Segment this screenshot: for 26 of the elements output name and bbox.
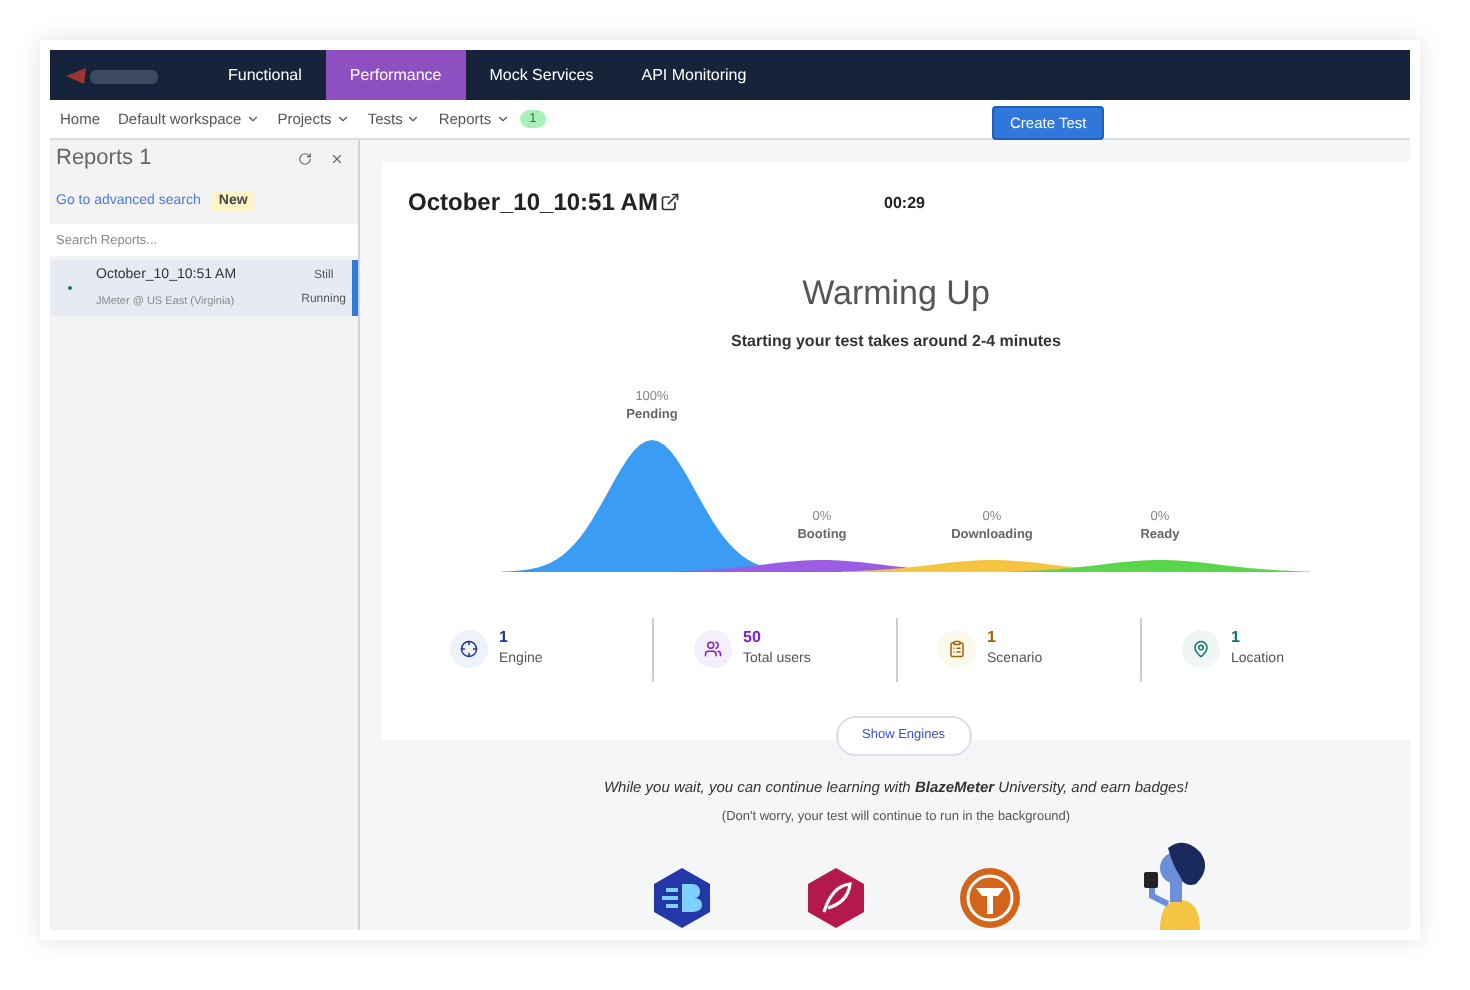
- badge-icon: [650, 866, 714, 930]
- external-link-icon[interactable]: [659, 192, 680, 212]
- status-heading: Warming Up: [800, 272, 992, 316]
- timer: 00:29: [884, 192, 925, 216]
- stat-icon: [449, 630, 487, 668]
- nav-tab[interactable]: Functional: [204, 50, 326, 100]
- nav-tab[interactable]: Performance: [325, 50, 466, 100]
- logo-icon: [66, 63, 162, 87]
- close-icon[interactable]: [330, 151, 344, 166]
- chevron-down-icon: [495, 112, 510, 126]
- stat-icon: [937, 630, 975, 668]
- stat-icon: [1181, 630, 1219, 668]
- nav-tab[interactable]: API Monitoring: [617, 50, 771, 100]
- sidebar-title: Reports 1: [56, 144, 152, 174]
- stat-value: 50: [743, 626, 763, 651]
- stat-value: 1: [499, 626, 510, 651]
- stat-icon: [693, 630, 731, 668]
- chevron-down-icon: [406, 112, 421, 126]
- test-title: October_10_10:51 AM: [408, 186, 658, 220]
- chevron-down-icon: [335, 112, 350, 126]
- status-subheading: Starting your test takes around 2-4 minutes: [729, 329, 1063, 353]
- stat-value: 1: [1231, 626, 1242, 651]
- refresh-icon[interactable]: [298, 151, 312, 166]
- stat-value: 1: [987, 626, 998, 651]
- nav-tab[interactable]: Mock Services: [465, 50, 618, 100]
- chevron-down-icon: [245, 112, 260, 126]
